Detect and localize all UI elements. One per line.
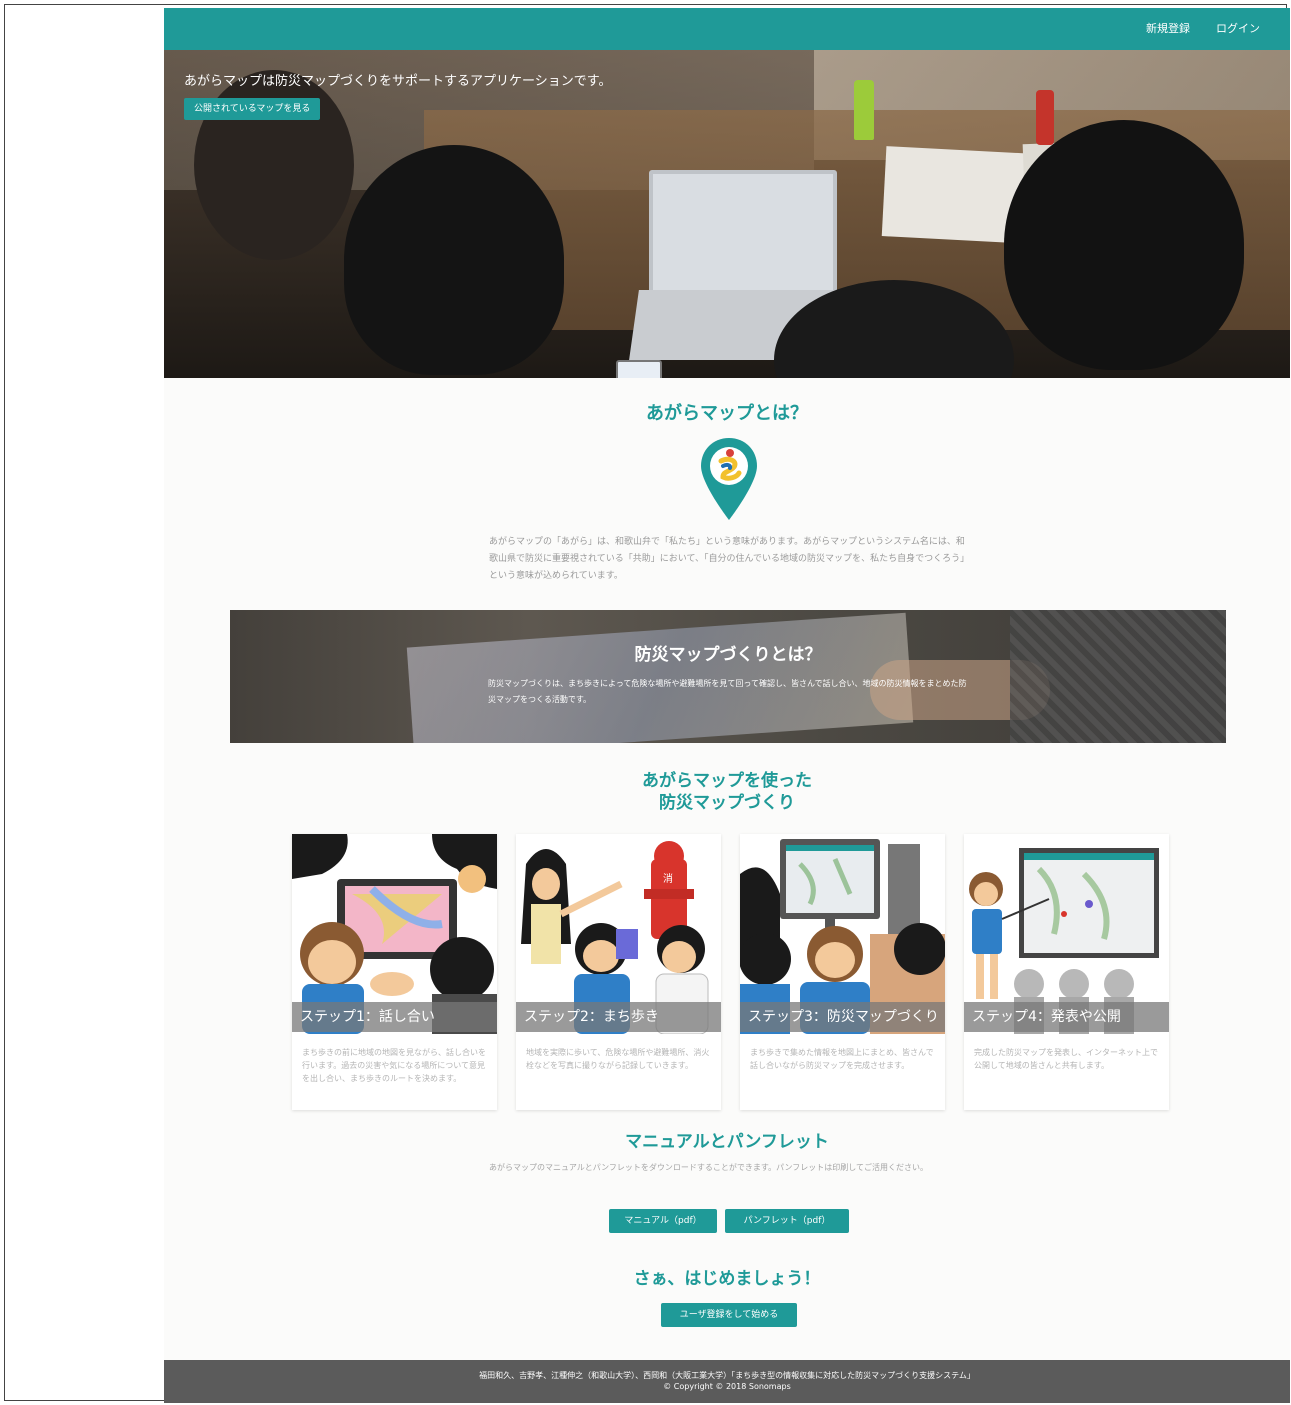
steps-section-title: あがらマップを使った 防災マップづくり — [164, 770, 1290, 814]
hero-title: あがらマップは防災マップづくりをサポートするアプリケーションです。 — [184, 74, 612, 89]
pamphlet-pdf-button[interactable]: パンフレット（pdf） — [725, 1209, 849, 1233]
banner-description: 防災マップづくりは、まち歩きによって危険な場所や避難場所を見て回って確認し、皆さ… — [488, 679, 967, 704]
view-public-maps-button[interactable]: 公開されているマップを見る — [184, 98, 321, 120]
footer: 福田和久、吉野孝、江種伸之（和歌山大学）、西岡和（大阪工業大学）「まち歩き型の情… — [164, 1360, 1290, 1403]
about-description: あがらマップの「あがら」は、和歌山弁で「私たち」という意味があります。あがらマッ… — [489, 537, 965, 581]
hero-photo: あがらマップは防災マップづくりをサポートするアプリケーションです。 公開されてい… — [164, 50, 1290, 378]
step-card-2[interactable]: 消 ステップ2：まち歩き 地域を実際に歩いて、危険な場所や避難場所、消火栓などを… — [516, 834, 721, 1110]
footer-copyright: © Copyright © 2018 Sonomaps — [663, 1382, 791, 1391]
step-card-4[interactable]: ステップ4：発表や公開 完成した防災マップを発表し、インターネット上で公開して地… — [964, 834, 1169, 1110]
steps-title-line2: 防災マップづくり — [659, 793, 795, 813]
hero-photo-person — [1004, 120, 1244, 370]
mapmaking-banner: 防災マップづくりとは？ 防災マップづくりは、まち歩きによって危険な場所や避難場所… — [230, 610, 1226, 743]
start-section-title: さぁ、はじめましょう！ — [633, 1269, 821, 1289]
hero-photo-laptop — [649, 170, 837, 298]
step4-description: 完成した防災マップを発表し、インターネット上で公開して地域の皆さんと共有します。 — [974, 1048, 1158, 1070]
step2-description: 地域を実際に歩いて、危険な場所や避難場所、消火栓などを写真に撮りながら記録してい… — [526, 1048, 710, 1070]
top-navbar: 新規登録 ログイン — [164, 8, 1290, 50]
page: 新規登録 ログイン あがらマップは防災マップづくりをサポートするアプリケーション… — [164, 8, 1290, 1403]
step3-description: まち歩きで集めた情報を地図上にまとめ、皆さんで話し合いながら防災マップを完成させ… — [750, 1048, 934, 1070]
agara-map-logo-pin-icon — [699, 436, 759, 526]
steps-title-line1: あがらマップを使った — [642, 771, 812, 791]
about-title: あがらマップとは？ — [646, 403, 808, 424]
hero-photo-phone — [616, 360, 662, 378]
step-card-3[interactable]: ステップ3：防災マップづくり まち歩きで集めた情報を地図上にまとめ、皆さんで話し… — [740, 834, 945, 1110]
manual-section-title: マニュアルとパンフレット — [625, 1132, 829, 1152]
svg-text:消: 消 — [663, 872, 673, 885]
banner-photo-sleeve — [1010, 610, 1226, 743]
step3-label: ステップ3：防災マップづくり — [740, 1002, 945, 1032]
manual-pdf-button[interactable]: マニュアル（pdf） — [609, 1209, 717, 1233]
step1-description: まち歩きの前に地域の地図を見ながら、話し合いを行います。過去の災害や気になる場所… — [302, 1048, 486, 1083]
step1-label: ステップ1：話し合い — [292, 1002, 497, 1032]
manual-description: あがらマップのマニュアルとパンフレットをダウンロードすることができます。パンフレ… — [489, 1163, 929, 1172]
footer-credits: 福田和久、吉野孝、江種伸之（和歌山大学）、西岡和（大阪工業大学）「まち歩き型の情… — [479, 1371, 975, 1380]
nav-login-link[interactable]: ログイン — [1216, 8, 1260, 50]
hero-photo-person — [344, 145, 564, 375]
banner-title: 防災マップづくりとは？ — [634, 645, 822, 665]
hero-photo-bottle — [854, 80, 874, 140]
step2-label: ステップ2：まち歩き — [516, 1002, 721, 1032]
register-and-start-button[interactable]: ユーザ登録をして始める — [661, 1303, 797, 1327]
nav-register-link[interactable]: 新規登録 — [1146, 8, 1190, 50]
step-card-1[interactable]: ステップ1：話し合い まち歩きの前に地域の地図を見ながら、話し合いを行います。過… — [292, 834, 497, 1110]
hero-photo-bottle — [1036, 90, 1054, 145]
step4-label: ステップ4：発表や公開 — [964, 1002, 1169, 1032]
